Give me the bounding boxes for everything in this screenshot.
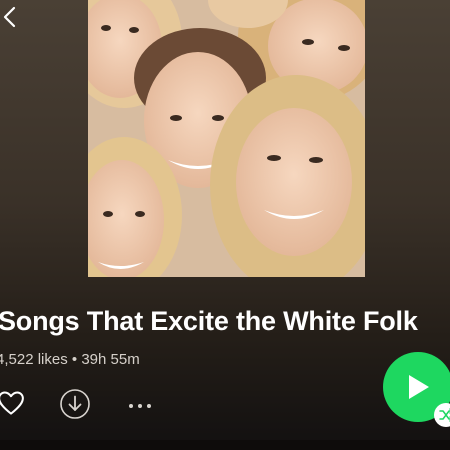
playlist-duration: 39h 55m <box>81 351 140 368</box>
bottom-bar <box>0 440 450 450</box>
shuffle-button[interactable] <box>434 403 450 427</box>
download-circle-icon <box>60 389 90 419</box>
meta-separator: • <box>71 351 78 368</box>
cover-illustration <box>88 0 365 277</box>
like-button[interactable] <box>0 388 26 423</box>
action-bar <box>0 388 200 422</box>
more-options-button[interactable] <box>128 388 154 425</box>
likes-count: 4,522 likes <box>0 351 68 368</box>
shuffle-icon <box>439 408 450 422</box>
chevron-left-icon <box>3 6 16 28</box>
playlist-meta: 4,522 likes • 39h 55m <box>0 351 140 368</box>
more-horizontal-icon <box>129 404 151 408</box>
heart-outline-icon <box>0 391 24 415</box>
back-button[interactable] <box>0 4 20 30</box>
download-button[interactable] <box>59 388 91 425</box>
playlist-cover-image <box>88 0 365 277</box>
playlist-title: Songs That Excite the White Folk <box>0 306 418 336</box>
play-icon <box>409 375 429 399</box>
